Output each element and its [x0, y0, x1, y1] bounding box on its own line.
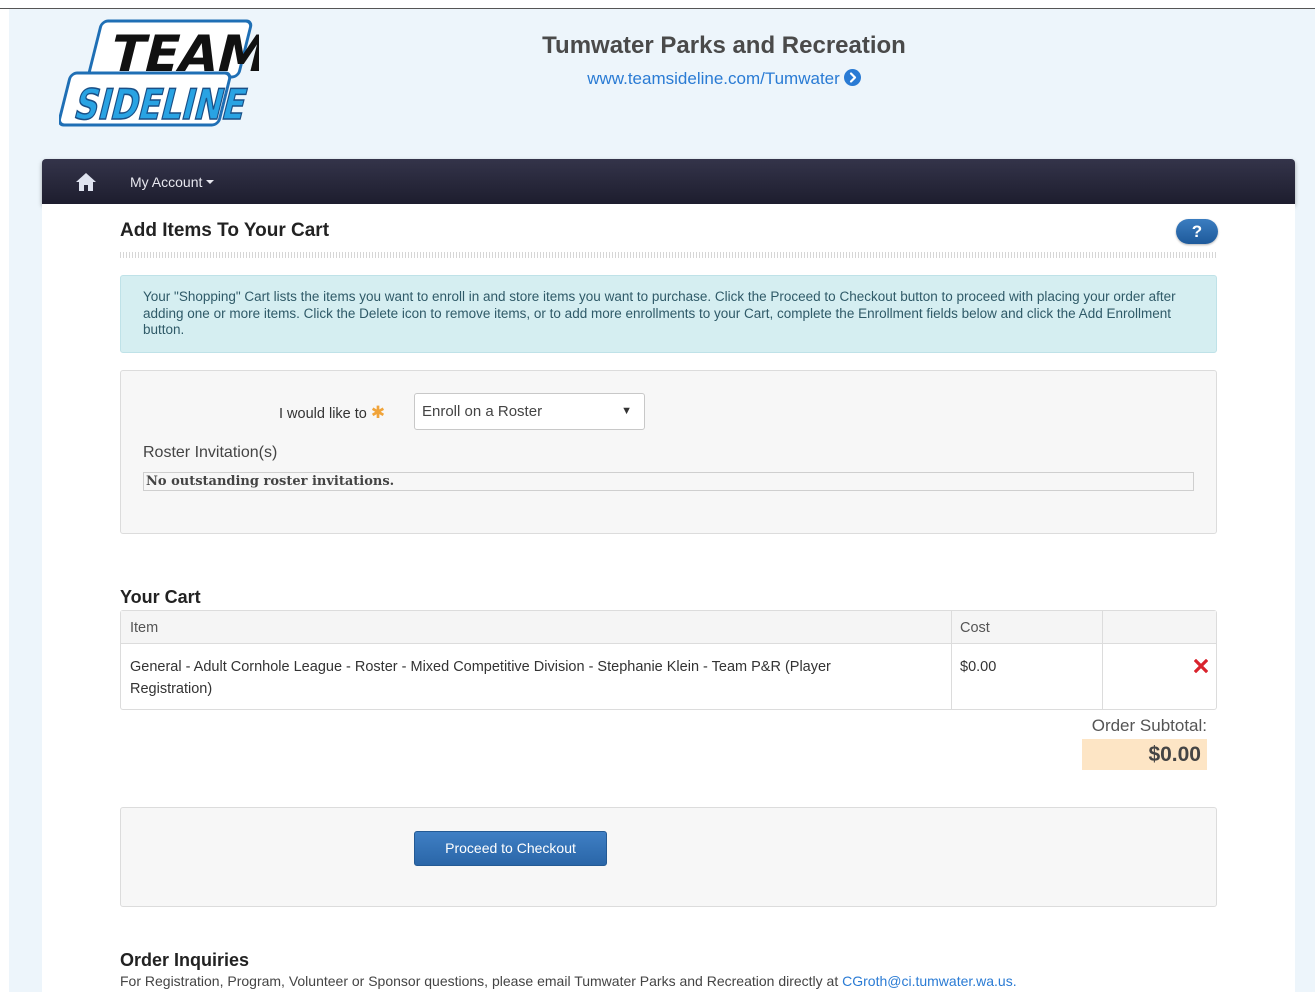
column-header-cost: Cost	[960, 620, 990, 636]
column-divider	[1102, 611, 1103, 709]
action-select[interactable]: Enroll on a Roster ▼	[414, 393, 645, 430]
order-subtotal-label: Order Subtotal:	[1091, 716, 1207, 735]
enrollment-form-panel: I would like to ✱ Enroll on a Roster ▼ Ro…	[120, 370, 1217, 534]
order-inquiries-text: For Registration, Program, Volunteer or …	[120, 973, 1017, 989]
caret-down-icon[interactable]	[206, 180, 215, 184]
title-divider	[120, 252, 1217, 258]
cart-title: Your Cart	[120, 587, 201, 607]
dropdown-arrow-icon: ▼	[621, 405, 632, 417]
action-label: I would like to ✱	[279, 403, 385, 423]
page-background: TEAM SIDELINE Tumwater Parks and Recreat…	[9, 9, 1315, 992]
required-marker: ✱	[370, 403, 386, 422]
cart-table: Item Cost General - Adult Cornhole Leagu…	[120, 610, 1217, 710]
cart-item-cost: $0.00	[960, 659, 997, 675]
chevron-right-circle-icon[interactable]	[843, 69, 861, 86]
main-content: Add Items To Your Cart ? Your "Shopping"…	[42, 204, 1295, 992]
roster-invitations-label: Roster Invitation(s)	[143, 444, 278, 461]
order-inquiries-title: Order Inquiries	[120, 950, 250, 970]
column-header-item: Item	[130, 620, 159, 636]
main-navbar: My Account	[42, 159, 1295, 204]
org-title: Tumwater Parks and Recreation	[542, 32, 906, 59]
cart-item-description: General - Adult Cornhole League - Roster…	[130, 659, 831, 697]
delete-icon[interactable]	[1194, 659, 1208, 673]
order-inquiries-message: For Registration, Program, Volunteer or …	[120, 973, 843, 989]
contact-email-link[interactable]: CGroth@ci.tumwater.wa.us.	[842, 973, 1017, 989]
action-select-value: Enroll on a Roster	[422, 403, 543, 420]
info-alert: Your "Shopping" Cart lists the items you…	[120, 275, 1217, 353]
column-divider	[951, 611, 952, 709]
proceed-to-checkout-button[interactable]: Proceed to Checkout	[414, 831, 607, 866]
cart-table-header	[121, 611, 1216, 644]
my-account-label[interactable]: My Account	[130, 174, 202, 190]
help-button[interactable]: ?	[1176, 219, 1218, 244]
action-label-text: I would like to	[279, 406, 367, 422]
home-icon[interactable]	[75, 172, 97, 192]
roster-invitations-message: No outstanding roster invitations.	[143, 472, 1194, 491]
checkout-panel: Proceed to Checkout	[120, 807, 1217, 907]
page-title: Add Items To Your Cart	[120, 220, 330, 241]
my-account-menu[interactable]: My Account	[130, 174, 215, 190]
order-subtotal-value: $0.00	[1082, 739, 1207, 770]
org-url-link[interactable]: www.teamsideline.com/Tumwater	[9, 69, 1315, 89]
org-url-text[interactable]: www.teamsideline.com/Tumwater	[587, 69, 840, 88]
